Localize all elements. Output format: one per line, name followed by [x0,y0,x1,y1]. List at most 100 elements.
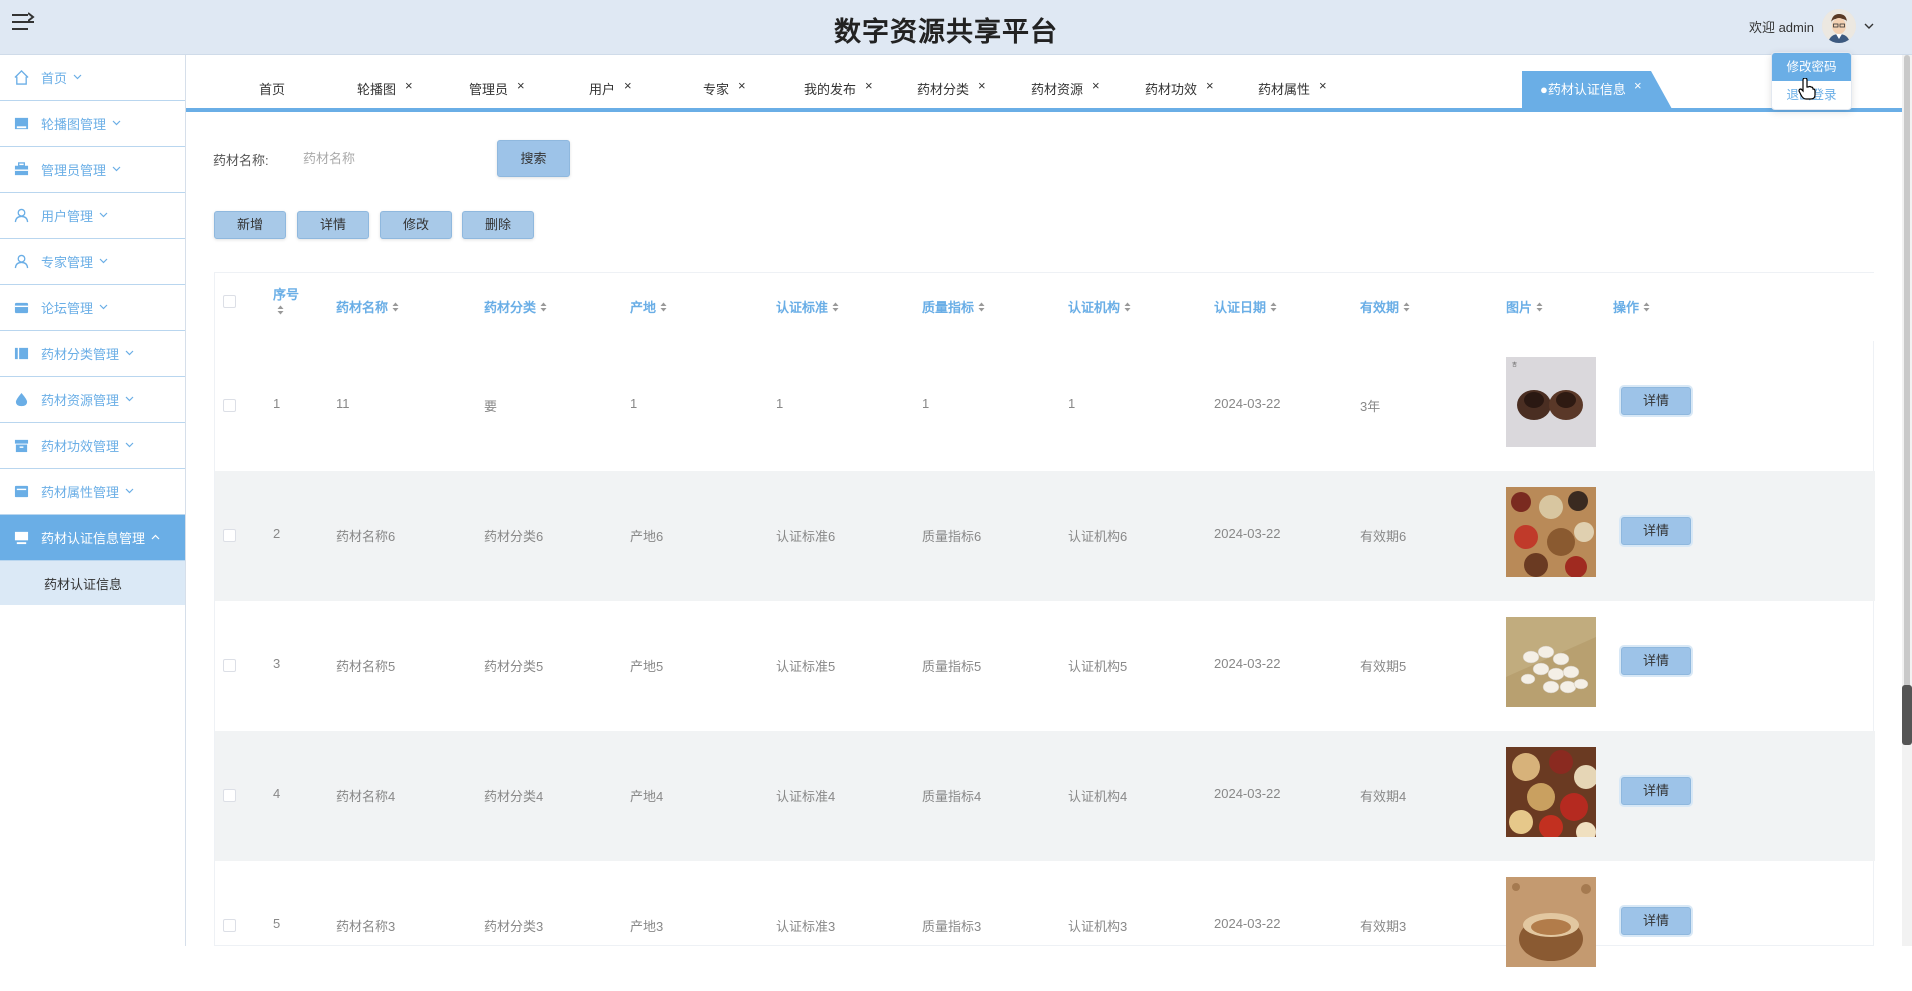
cell-quality: 质量指标6 [922,529,982,544]
tab-0[interactable]: 首页 [259,71,285,109]
th-name[interactable]: 药材名称 [336,297,399,316]
cell-name: 药材名称4 [336,789,396,804]
tab-active[interactable]: ●药材认证信息 × [1522,71,1672,109]
chevron-up-icon [151,532,160,543]
row-checkbox[interactable] [223,529,236,542]
close-icon[interactable]: × [517,67,525,105]
table-row[interactable]: 1 11 要 1 1 1 1 2024-03-22 3年吉详情 [215,341,1875,471]
sidebar-item-3[interactable]: 用户管理 [0,193,185,239]
close-icon[interactable]: × [405,67,413,105]
tab-1[interactable]: 轮播图 × [357,71,413,109]
row-detail-button[interactable]: 详情 [1621,517,1691,545]
tab-3[interactable]: 用户 × [589,71,632,109]
tab-7[interactable]: 药材资源 × [1031,71,1100,109]
sidebar-item-7[interactable]: 药材资源管理 [0,377,185,423]
change-password-item[interactable]: 修改密码 [1772,53,1851,81]
delete-button[interactable]: 删除 [462,211,534,239]
search-input[interactable] [290,143,490,173]
th-quality[interactable]: 质量指标 [922,297,985,316]
close-icon[interactable]: × [624,67,632,105]
tab-6[interactable]: 药材分类 × [917,71,986,109]
sidebar-item-9[interactable]: 药材属性管理 [0,469,185,515]
sort-icon[interactable] [1124,302,1131,314]
tab-9[interactable]: 药材属性 × [1258,71,1327,109]
th-actions[interactable]: 操作 [1613,297,1650,316]
row-checkbox[interactable] [223,789,236,802]
sort-icon[interactable] [1643,302,1650,314]
sidebar-item-0[interactable]: 首页 [0,55,185,101]
table-row[interactable]: 2 药材名称6 药材分类6 产地6 认证标准6 质量指标6 认证机构6 2024-03-22 有… [215,471,1875,601]
herb-image[interactable] [1506,747,1596,837]
row-checkbox[interactable] [223,399,236,412]
table-row[interactable]: 4 药材名称4 药材分类4 产地4 认证标准4 质量指标4 认证机构4 2024-03-22 有… [215,731,1875,861]
th-validity[interactable]: 有效期 [1360,297,1410,316]
add-button[interactable]: 新增 [214,211,286,239]
cell-origin: 产地4 [630,789,664,804]
close-icon[interactable]: × [1206,67,1214,105]
row-checkbox[interactable] [223,659,236,672]
close-icon[interactable]: × [738,67,746,105]
close-icon[interactable]: × [1634,71,1642,105]
close-icon[interactable]: × [865,67,873,105]
cell-agency: 认证机构6 [1068,529,1128,544]
sidebar-subitem-active[interactable]: 药材认证信息 [0,561,185,605]
tab-5[interactable]: 我的发布 × [804,71,873,109]
sort-icon[interactable] [1270,302,1277,314]
close-icon[interactable]: × [978,67,986,105]
th-date[interactable]: 认证日期 [1214,297,1277,316]
row-detail-button[interactable]: 详情 [1621,387,1691,415]
sort-icon[interactable] [277,305,299,317]
th-no[interactable]: 序号 [273,284,299,317]
sort-icon[interactable] [1403,302,1410,314]
tab-4[interactable]: 专家 × [703,71,746,109]
detail-button[interactable]: 详情 [297,211,369,239]
sidebar-item-8[interactable]: 药材功效管理 [0,423,185,469]
sort-icon[interactable] [540,302,547,314]
sidebar-item-label: 首页 [41,71,68,86]
tab-2[interactable]: 管理员 × [469,71,525,109]
sort-icon[interactable] [660,302,667,314]
close-icon[interactable]: × [1092,67,1100,105]
chevron-down-icon [99,210,108,221]
row-detail-button[interactable]: 详情 [1621,647,1691,675]
sidebar-item-4[interactable]: 专家管理 [0,239,185,285]
sidebar-item-1[interactable]: 轮播图管理 [0,101,185,147]
tab-underline [186,108,1902,112]
search-button[interactable]: 搜索 [497,140,570,177]
sort-icon[interactable] [832,302,839,314]
sort-icon[interactable] [978,302,985,314]
edit-button[interactable]: 修改 [380,211,452,239]
user-menu[interactable]: 欢迎 admin [1749,6,1874,46]
th-origin[interactable]: 产地 [630,297,667,316]
table-row[interactable]: 5 药材名称3 药材分类3 产地3 认证标准3 质量指标3 认证机构3 2024-03-22 有… [215,861,1875,991]
row-detail-button[interactable]: 详情 [1621,777,1691,805]
sidebar-item-2[interactable]: 管理员管理 [0,147,185,193]
drop-icon [14,392,29,407]
cell-origin: 产地3 [630,919,664,934]
sort-icon[interactable] [392,302,399,314]
sidebar-item-6[interactable]: 药材分类管理 [0,331,185,377]
row-checkbox[interactable] [223,919,236,932]
th-category[interactable]: 药材分类 [484,297,547,316]
top-header: 数字资源共享平台 欢迎 admin [0,0,1912,55]
th-image[interactable]: 图片 [1506,297,1543,316]
vertical-scrollbar[interactable] [1902,55,1912,946]
th-standard[interactable]: 认证标准 [776,297,839,316]
select-all-checkbox[interactable] [223,295,236,308]
sidebar-item-10[interactable]: 药材认证信息管理 [0,515,185,561]
tab-8[interactable]: 药材功效 × [1145,71,1214,109]
herb-image[interactable] [1506,487,1596,577]
table-row[interactable]: 3 药材名称5 药材分类5 产地5 认证标准5 质量指标5 认证机构5 2024-03-22 有… [215,601,1875,731]
sort-icon[interactable] [1536,302,1543,314]
th-agency[interactable]: 认证机构 [1068,297,1131,316]
chevron-down-icon[interactable] [1864,22,1874,30]
herb-image[interactable] [1506,877,1596,967]
avatar[interactable] [1822,9,1856,43]
herb-image[interactable]: 吉 [1506,357,1596,447]
herb-image[interactable] [1506,617,1596,707]
scrollbar-handle[interactable] [1902,685,1912,745]
tab-label: 药材功效 [1145,82,1198,97]
sidebar-item-5[interactable]: 论坛管理 [0,285,185,331]
close-icon[interactable]: × [1319,67,1327,105]
row-detail-button[interactable]: 详情 [1621,907,1691,935]
